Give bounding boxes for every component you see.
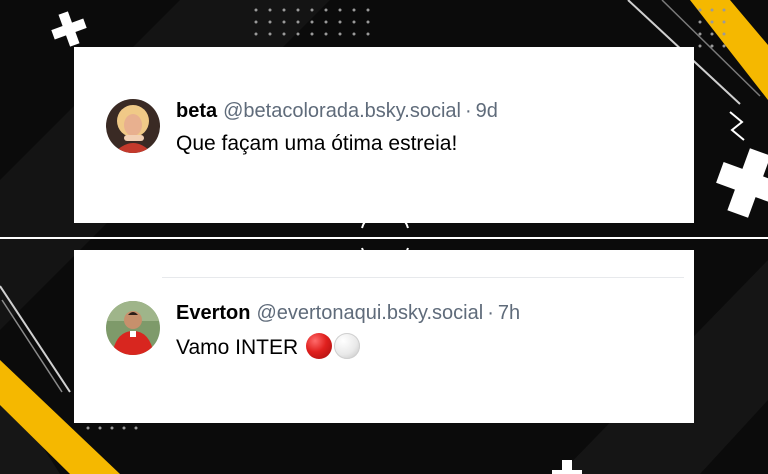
avatar-photo-icon xyxy=(106,99,160,153)
post: Everton @evertonaqui.bsky.social · 7h Vamo … xyxy=(106,301,520,361)
post-body: beta @betacolorada.bsky.social · 9d Que faç… xyxy=(176,99,498,157)
handle[interactable]: @evertonaqui.bsky.social xyxy=(256,302,483,324)
avatar[interactable] xyxy=(106,301,160,355)
display-name[interactable]: beta xyxy=(176,100,217,122)
avatar-photo-icon xyxy=(106,301,160,355)
divider xyxy=(162,277,684,278)
post-card: Everton @evertonaqui.bsky.social · 7h Vamo … xyxy=(74,250,694,423)
post-meta: Everton @evertonaqui.bsky.social · 7h xyxy=(176,301,520,325)
post-text: Vamo INTER xyxy=(176,336,299,359)
meta-separator: · xyxy=(487,302,494,324)
post-text-row: Vamo INTER xyxy=(176,333,520,361)
display-name[interactable]: Everton xyxy=(176,302,250,324)
white-circle-emoji-icon xyxy=(333,333,360,359)
post-text: Que façam uma ótima estreia! xyxy=(176,132,458,155)
post-meta: beta @betacolorada.bsky.social · 9d xyxy=(176,99,498,123)
post-card: beta @betacolorada.bsky.social · 9d Que faç… xyxy=(74,47,694,223)
meta-separator: · xyxy=(464,100,472,122)
handle[interactable]: @betacolorada.bsky.social xyxy=(223,100,461,122)
post-age[interactable]: 9d xyxy=(476,100,498,122)
avatar[interactable] xyxy=(106,99,160,153)
post: beta @betacolorada.bsky.social · 9d Que faç… xyxy=(106,99,498,157)
red-circle-emoji-icon xyxy=(305,333,332,359)
post-body: Everton @evertonaqui.bsky.social · 7h Vamo … xyxy=(176,301,520,361)
post-age[interactable]: 7h xyxy=(498,302,520,324)
